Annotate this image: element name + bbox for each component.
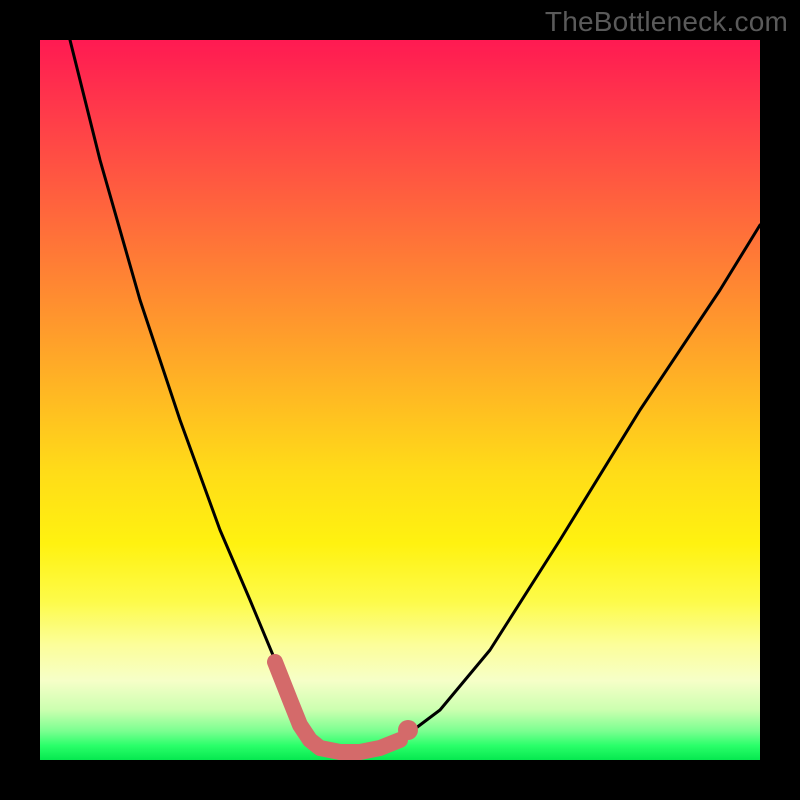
watermark-text: TheBottleneck.com [545, 6, 788, 38]
plot-gradient-background [40, 40, 760, 760]
chart-frame: TheBottleneck.com [0, 0, 800, 800]
curve-svg [40, 40, 760, 760]
highlight-marker-icon [398, 720, 418, 740]
bottleneck-curve [70, 40, 760, 752]
optimal-range-highlight [275, 662, 400, 752]
